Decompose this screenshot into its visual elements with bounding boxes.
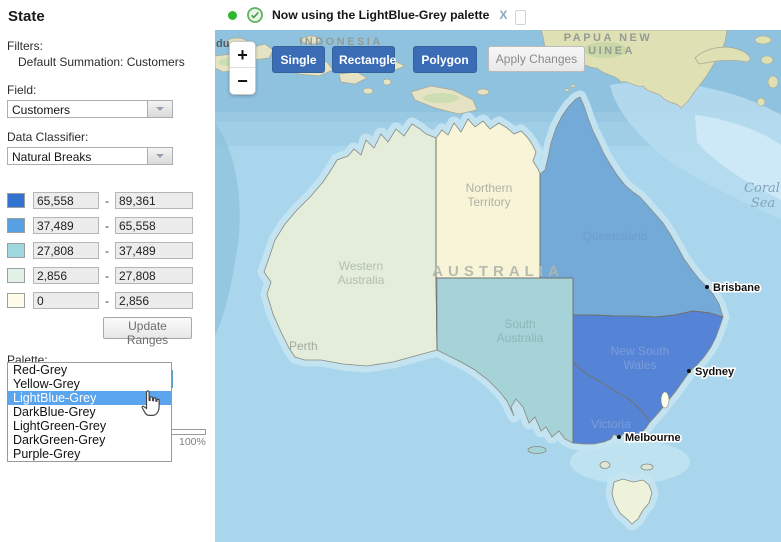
notification-bar: Now using the LightBlue-Grey palette X bbox=[215, 0, 781, 30]
king-island bbox=[600, 462, 610, 469]
zoom-control: + − bbox=[229, 41, 256, 95]
flinders-island bbox=[641, 464, 653, 470]
legend-row: - bbox=[7, 242, 215, 259]
sidebar: State Filters: Default Summation: Custom… bbox=[0, 0, 215, 542]
palette-option[interactable]: LightGreen-Grey bbox=[8, 419, 171, 433]
range-separator: - bbox=[99, 194, 115, 208]
legend-row: - bbox=[7, 292, 215, 309]
legend: - - - - bbox=[7, 192, 215, 309]
map-label-brisbane: Brisbane bbox=[713, 282, 760, 294]
legend-swatch bbox=[7, 193, 25, 208]
range-from-input[interactable] bbox=[33, 242, 99, 259]
note-icon bbox=[515, 10, 526, 25]
map-panel: Now using the LightBlue-Grey palette X bbox=[215, 0, 781, 542]
palette-option[interactable]: Purple-Grey bbox=[8, 447, 171, 461]
range-to-input[interactable] bbox=[115, 267, 193, 284]
map-label-melbourne: Melbourne bbox=[625, 432, 681, 444]
range-from-input[interactable] bbox=[33, 267, 99, 284]
classifier-select-arrow-button[interactable] bbox=[147, 148, 172, 164]
map-label-nt-1: Northern bbox=[466, 181, 513, 195]
map-label-coral-1: Coral bbox=[744, 181, 780, 196]
map-label-victoria: Victoria bbox=[591, 417, 631, 431]
filters-label: Filters: bbox=[7, 39, 215, 53]
palette-option-selected[interactable]: LightBlue-Grey bbox=[8, 391, 171, 405]
chevron-down-icon bbox=[156, 107, 164, 115]
range-separator: - bbox=[99, 244, 115, 258]
map-label-nsw-1: New South bbox=[611, 344, 670, 358]
palette-option[interactable]: DarkGreen-Grey bbox=[8, 433, 171, 447]
map-label-australia: AUSTRALIA bbox=[432, 263, 564, 280]
melbourne-dot bbox=[617, 435, 621, 439]
legend-row: - bbox=[7, 217, 215, 234]
single-select-button[interactable]: Single bbox=[272, 46, 325, 73]
range-separator: - bbox=[99, 269, 115, 283]
range-to-input[interactable] bbox=[115, 242, 193, 259]
palette-option[interactable]: Red-Grey bbox=[8, 363, 171, 377]
update-ranges-button[interactable]: Update Ranges bbox=[103, 317, 192, 339]
map-label-sa-1: South bbox=[504, 317, 535, 331]
map-label-wa-2: Australia bbox=[338, 273, 385, 287]
palette-dropdown-list: Red-Grey Yellow-Grey LightBlue-Grey Dark… bbox=[7, 362, 172, 462]
opacity-value: 100% bbox=[179, 436, 206, 448]
range-separator: - bbox=[99, 219, 115, 233]
range-from-input[interactable] bbox=[33, 192, 99, 209]
field-select[interactable]: Customers bbox=[7, 100, 173, 118]
legend-swatch bbox=[7, 268, 25, 283]
page-title: State bbox=[8, 8, 215, 25]
apply-changes-button[interactable]: Apply Changes bbox=[488, 46, 585, 72]
rectangle-select-button[interactable]: Rectangle bbox=[332, 46, 395, 73]
field-select-arrow-button[interactable] bbox=[147, 101, 172, 117]
map-label-sa-2: Australia bbox=[497, 331, 544, 345]
map-label-perth: Perth bbox=[289, 339, 318, 353]
map-label-wa-1: Western bbox=[339, 259, 383, 273]
map-label-queensland: Queensland bbox=[583, 229, 648, 243]
status-dot-icon bbox=[228, 11, 237, 20]
map-label-nsw-2: Wales bbox=[624, 358, 657, 372]
legend-swatch bbox=[7, 218, 25, 233]
legend-swatch bbox=[7, 243, 25, 258]
success-check-icon bbox=[247, 7, 263, 23]
classifier-label: Data Classifier: bbox=[7, 130, 215, 144]
range-from-input[interactable] bbox=[33, 292, 99, 309]
map-label-sydney: Sydney bbox=[695, 366, 735, 378]
close-icon[interactable]: X bbox=[499, 8, 507, 22]
range-to-input[interactable] bbox=[115, 217, 193, 234]
chevron-down-icon bbox=[156, 154, 164, 162]
zoom-out-button[interactable]: − bbox=[230, 68, 255, 94]
zoom-in-button[interactable]: + bbox=[230, 42, 255, 68]
palette-option[interactable]: DarkBlue-Grey bbox=[8, 405, 171, 419]
map-label-coral-2: Sea bbox=[751, 196, 775, 211]
region-act[interactable] bbox=[661, 392, 669, 408]
australia-map: du INDONESIA PAPUA NEW GUINEA Coral Sea … bbox=[215, 30, 781, 542]
map-label-papua-2: GUINEA bbox=[577, 45, 635, 57]
kangaroo-island bbox=[528, 447, 546, 454]
legend-row: - bbox=[7, 267, 215, 284]
notification-message: Now using the LightBlue-Grey palette bbox=[272, 8, 489, 22]
default-summation-text: Default Summation: Customers bbox=[18, 55, 215, 69]
brisbane-dot bbox=[705, 285, 709, 289]
map-label-papua-1: PAPUA NEW bbox=[564, 32, 653, 44]
map-label-partial: du bbox=[216, 38, 229, 50]
classifier-select[interactable]: Natural Breaks bbox=[7, 147, 173, 165]
range-from-input[interactable] bbox=[33, 217, 99, 234]
sydney-dot bbox=[687, 369, 691, 373]
field-label: Field: bbox=[7, 83, 215, 97]
app-window: State Filters: Default Summation: Custom… bbox=[0, 0, 781, 542]
range-to-input[interactable] bbox=[115, 192, 193, 209]
map-canvas[interactable]: du INDONESIA PAPUA NEW GUINEA Coral Sea … bbox=[215, 30, 781, 542]
range-to-input[interactable] bbox=[115, 292, 193, 309]
range-separator: - bbox=[99, 294, 115, 308]
palette-option[interactable]: Yellow-Grey bbox=[8, 377, 171, 391]
legend-row: - bbox=[7, 192, 215, 209]
legend-swatch bbox=[7, 293, 25, 308]
map-label-nt-2: Territory bbox=[467, 195, 510, 209]
polygon-select-button[interactable]: Polygon bbox=[413, 46, 477, 73]
